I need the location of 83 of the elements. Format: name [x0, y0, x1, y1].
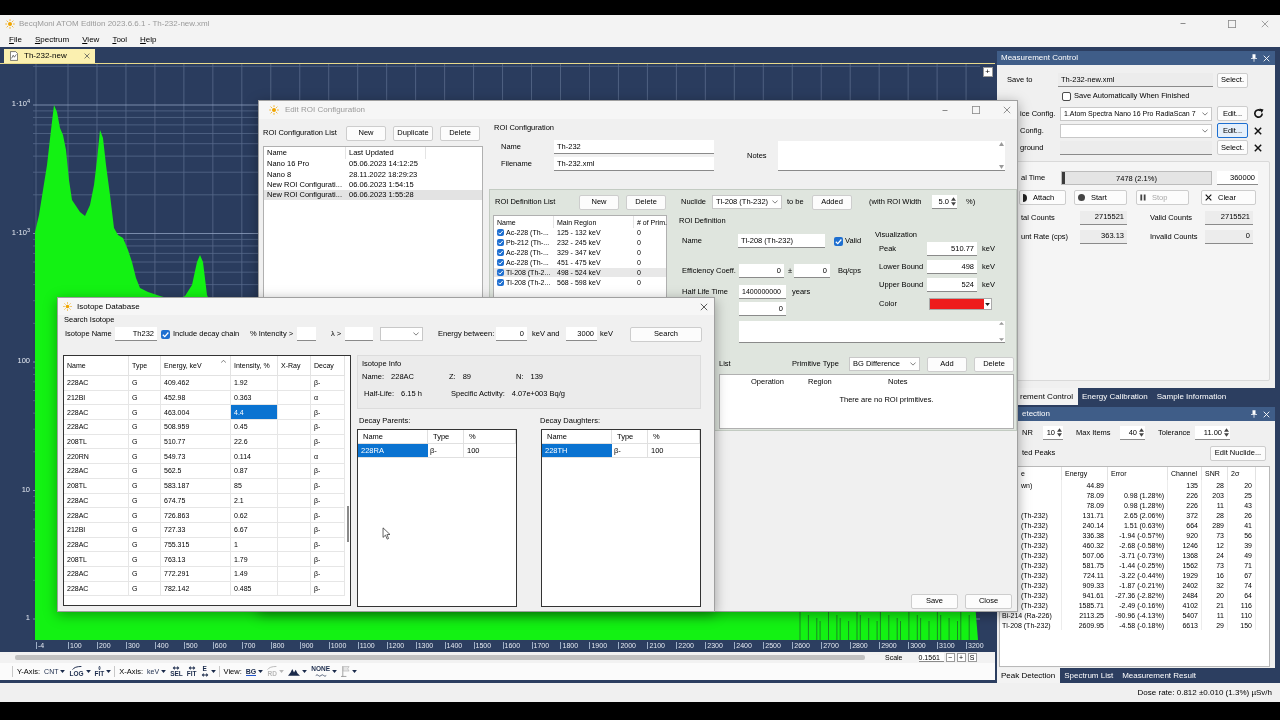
- caret-icon: [106, 670, 112, 673]
- menu-item[interactable]: Help: [140, 35, 157, 44]
- menu-item[interactable]: Tool: [112, 35, 128, 44]
- scrollbar-thumb[interactable]: [346, 506, 349, 542]
- horizontal-arrows-icon: [187, 665, 196, 670]
- chevron-down-icon: [413, 332, 419, 336]
- close-icon[interactable]: [700, 302, 708, 311]
- checkbox[interactable]: [1062, 91, 1071, 101]
- pin-icon[interactable]: [1251, 54, 1257, 62]
- dose-rate-status: Dose rate: 0.812 ±0.010 (1.3%) µSv/h: [1137, 688, 1272, 697]
- caret-icon: [352, 670, 358, 673]
- input-field[interactable]: [1060, 140, 1212, 155]
- mouse-pointer-icon: [382, 527, 391, 540]
- dialog-title: Isotope Database: [77, 302, 140, 311]
- caret-icon: [161, 670, 167, 673]
- sun-icon: [63, 302, 72, 311]
- caret-icon: [332, 670, 338, 673]
- horizontal-arrows-icon: [200, 673, 209, 678]
- wave-icon: [314, 673, 327, 677]
- scroll-arrows-icon: [999, 322, 1004, 341]
- tab[interactable]: Energy Calibration: [1077, 388, 1153, 405]
- panel-title: Measurement Control: [1001, 54, 1078, 62]
- maximize-icon[interactable]: [1228, 19, 1236, 28]
- tab[interactable]: Measurement Result: [1118, 668, 1201, 683]
- minimize-icon[interactable]: [941, 109, 949, 111]
- input-field[interactable]: [345, 327, 373, 341]
- text-area[interactable]: [739, 321, 1005, 343]
- chevron-down-icon: [772, 200, 778, 204]
- spin-arrows-icon: [1057, 428, 1062, 437]
- pause-icon: [1140, 194, 1146, 201]
- peaks-icon: [288, 667, 301, 676]
- chevron-down-icon: [1202, 128, 1208, 133]
- checkbox[interactable]: [497, 249, 504, 257]
- scroll-arrows-icon: [999, 142, 1004, 169]
- spin-arrows-icon: [1224, 428, 1229, 437]
- caret-icon: [985, 302, 990, 306]
- refresh-icon[interactable]: [1253, 108, 1264, 119]
- panel-title: etection: [1022, 410, 1051, 418]
- chevron-down-icon: [1202, 111, 1208, 116]
- caret-icon: [85, 670, 91, 673]
- spin-arrows-icon: [951, 197, 956, 206]
- dialog-title: Edit ROI Configuration: [285, 106, 366, 114]
- sun-icon: [269, 105, 279, 115]
- vertical-arrows-icon: [96, 665, 102, 670]
- checkbox[interactable]: [497, 278, 504, 286]
- menu-item[interactable]: View: [82, 35, 100, 44]
- caret-icon: [210, 670, 216, 673]
- close-icon[interactable]: [1254, 143, 1262, 152]
- checkbox[interactable]: [161, 329, 170, 339]
- tab[interactable]: Peak Detection: [997, 668, 1061, 683]
- sun-icon: [5, 18, 15, 29]
- tab[interactable]: Sample Information: [1152, 388, 1232, 405]
- checkbox[interactable]: [497, 239, 504, 247]
- curve-icon: [267, 665, 278, 670]
- horizontal-arrows-icon: [172, 665, 181, 670]
- curve-icon: [71, 665, 82, 670]
- menu-item[interactable]: File: [9, 35, 22, 44]
- spin-arrows-icon: [1139, 428, 1144, 437]
- text-area[interactable]: [778, 141, 1005, 171]
- record-icon: [1078, 194, 1085, 201]
- menu-item[interactable]: Spectrum: [34, 35, 70, 44]
- zoom-in-button[interactable]: +: [982, 67, 993, 77]
- color-dropdown[interactable]: [929, 298, 992, 310]
- checkbox[interactable]: [834, 236, 843, 246]
- caret-icon: [302, 670, 308, 673]
- horizontal-scrollbar[interactable]: [15, 655, 865, 660]
- input-field[interactable]: [297, 327, 316, 341]
- caret-icon: [258, 670, 264, 673]
- document-chart-icon: [10, 51, 18, 61]
- flag-icon: [341, 666, 351, 677]
- chevron-down-icon: [910, 362, 916, 366]
- pin-icon[interactable]: [1251, 410, 1257, 418]
- caret-icon: [279, 670, 285, 673]
- window-title: BecqMoni ATOM Edition 2023.6.6.1 - Th-232-new.xml: [19, 19, 210, 28]
- tab[interactable]: Spectrum List: [1060, 668, 1119, 683]
- maximize-icon[interactable]: [972, 106, 980, 114]
- checkbox[interactable]: [497, 259, 504, 267]
- close-icon[interactable]: [1254, 126, 1262, 135]
- minimize-icon[interactable]: [1179, 23, 1187, 24]
- close-icon: [1205, 194, 1212, 201]
- caret-icon: [60, 670, 66, 673]
- tab[interactable]: rement Control: [1018, 388, 1078, 405]
- document-tab[interactable]: Th-232-new: [4, 49, 95, 63]
